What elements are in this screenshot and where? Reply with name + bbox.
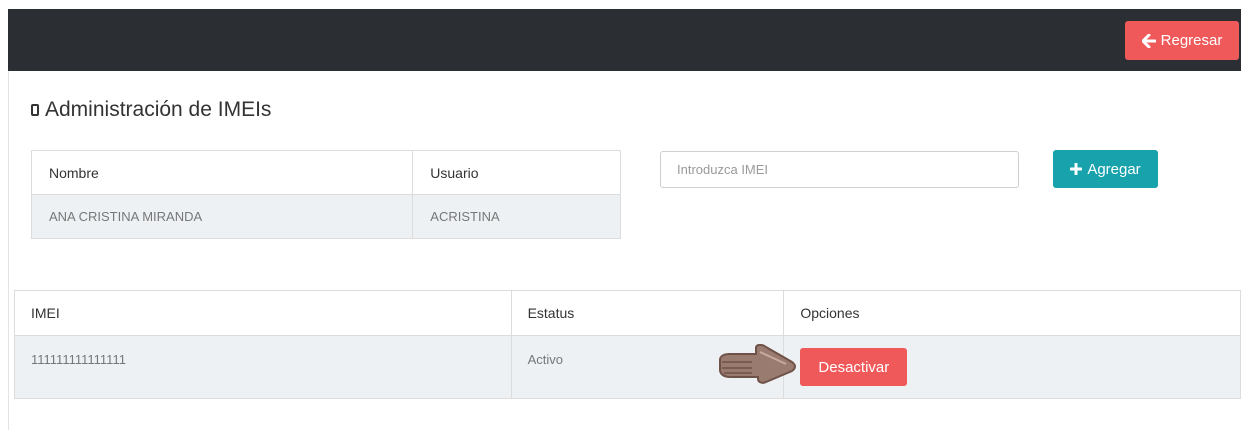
hand-pointer-icon: [719, 344, 796, 384]
mobile-phone-icon: [31, 104, 39, 116]
content-divider: [8, 71, 9, 430]
table-row: ANA CRISTINA MIRANDA ACRISTINA: [31, 194, 621, 239]
table-row: 111111111111111 Activo Desactivar: [14, 335, 1241, 399]
page-title: Administración de IMEIs: [31, 96, 271, 124]
user-name-cell: ANA CRISTINA MIRANDA: [31, 194, 414, 239]
table-header-row: IMEI Estatus Opciones: [14, 290, 1241, 336]
plus-icon: [1070, 163, 1083, 175]
column-header-usuario: Usuario: [412, 150, 621, 195]
imei-cell: 111111111111111: [14, 335, 512, 399]
column-header-opciones: Opciones: [783, 290, 1241, 336]
column-header-imei: IMEI: [14, 290, 512, 336]
options-cell: Desactivar: [783, 335, 1241, 399]
column-header-nombre: Nombre: [31, 150, 414, 195]
deactivate-button[interactable]: Desactivar: [800, 348, 908, 386]
imei-input[interactable]: [660, 151, 1019, 188]
arrow-left-icon: [1141, 33, 1156, 48]
add-button-label: Agregar: [1087, 160, 1141, 178]
back-button[interactable]: Regresar: [1125, 21, 1239, 60]
add-imei-button[interactable]: Agregar: [1053, 150, 1158, 188]
back-button-label: Regresar: [1160, 32, 1223, 49]
page-title-text: Administración de IMEIs: [45, 98, 272, 121]
user-info-table: Nombre Usuario ANA CRISTINA MIRANDA ACRI…: [31, 150, 621, 239]
table-header-row: Nombre Usuario: [31, 150, 621, 195]
top-navbar: [8, 9, 1241, 71]
username-cell: ACRISTINA: [412, 194, 621, 239]
column-header-estatus: Estatus: [511, 290, 785, 336]
imei-table: IMEI Estatus Opciones 111111111111111 Ac…: [14, 290, 1241, 399]
